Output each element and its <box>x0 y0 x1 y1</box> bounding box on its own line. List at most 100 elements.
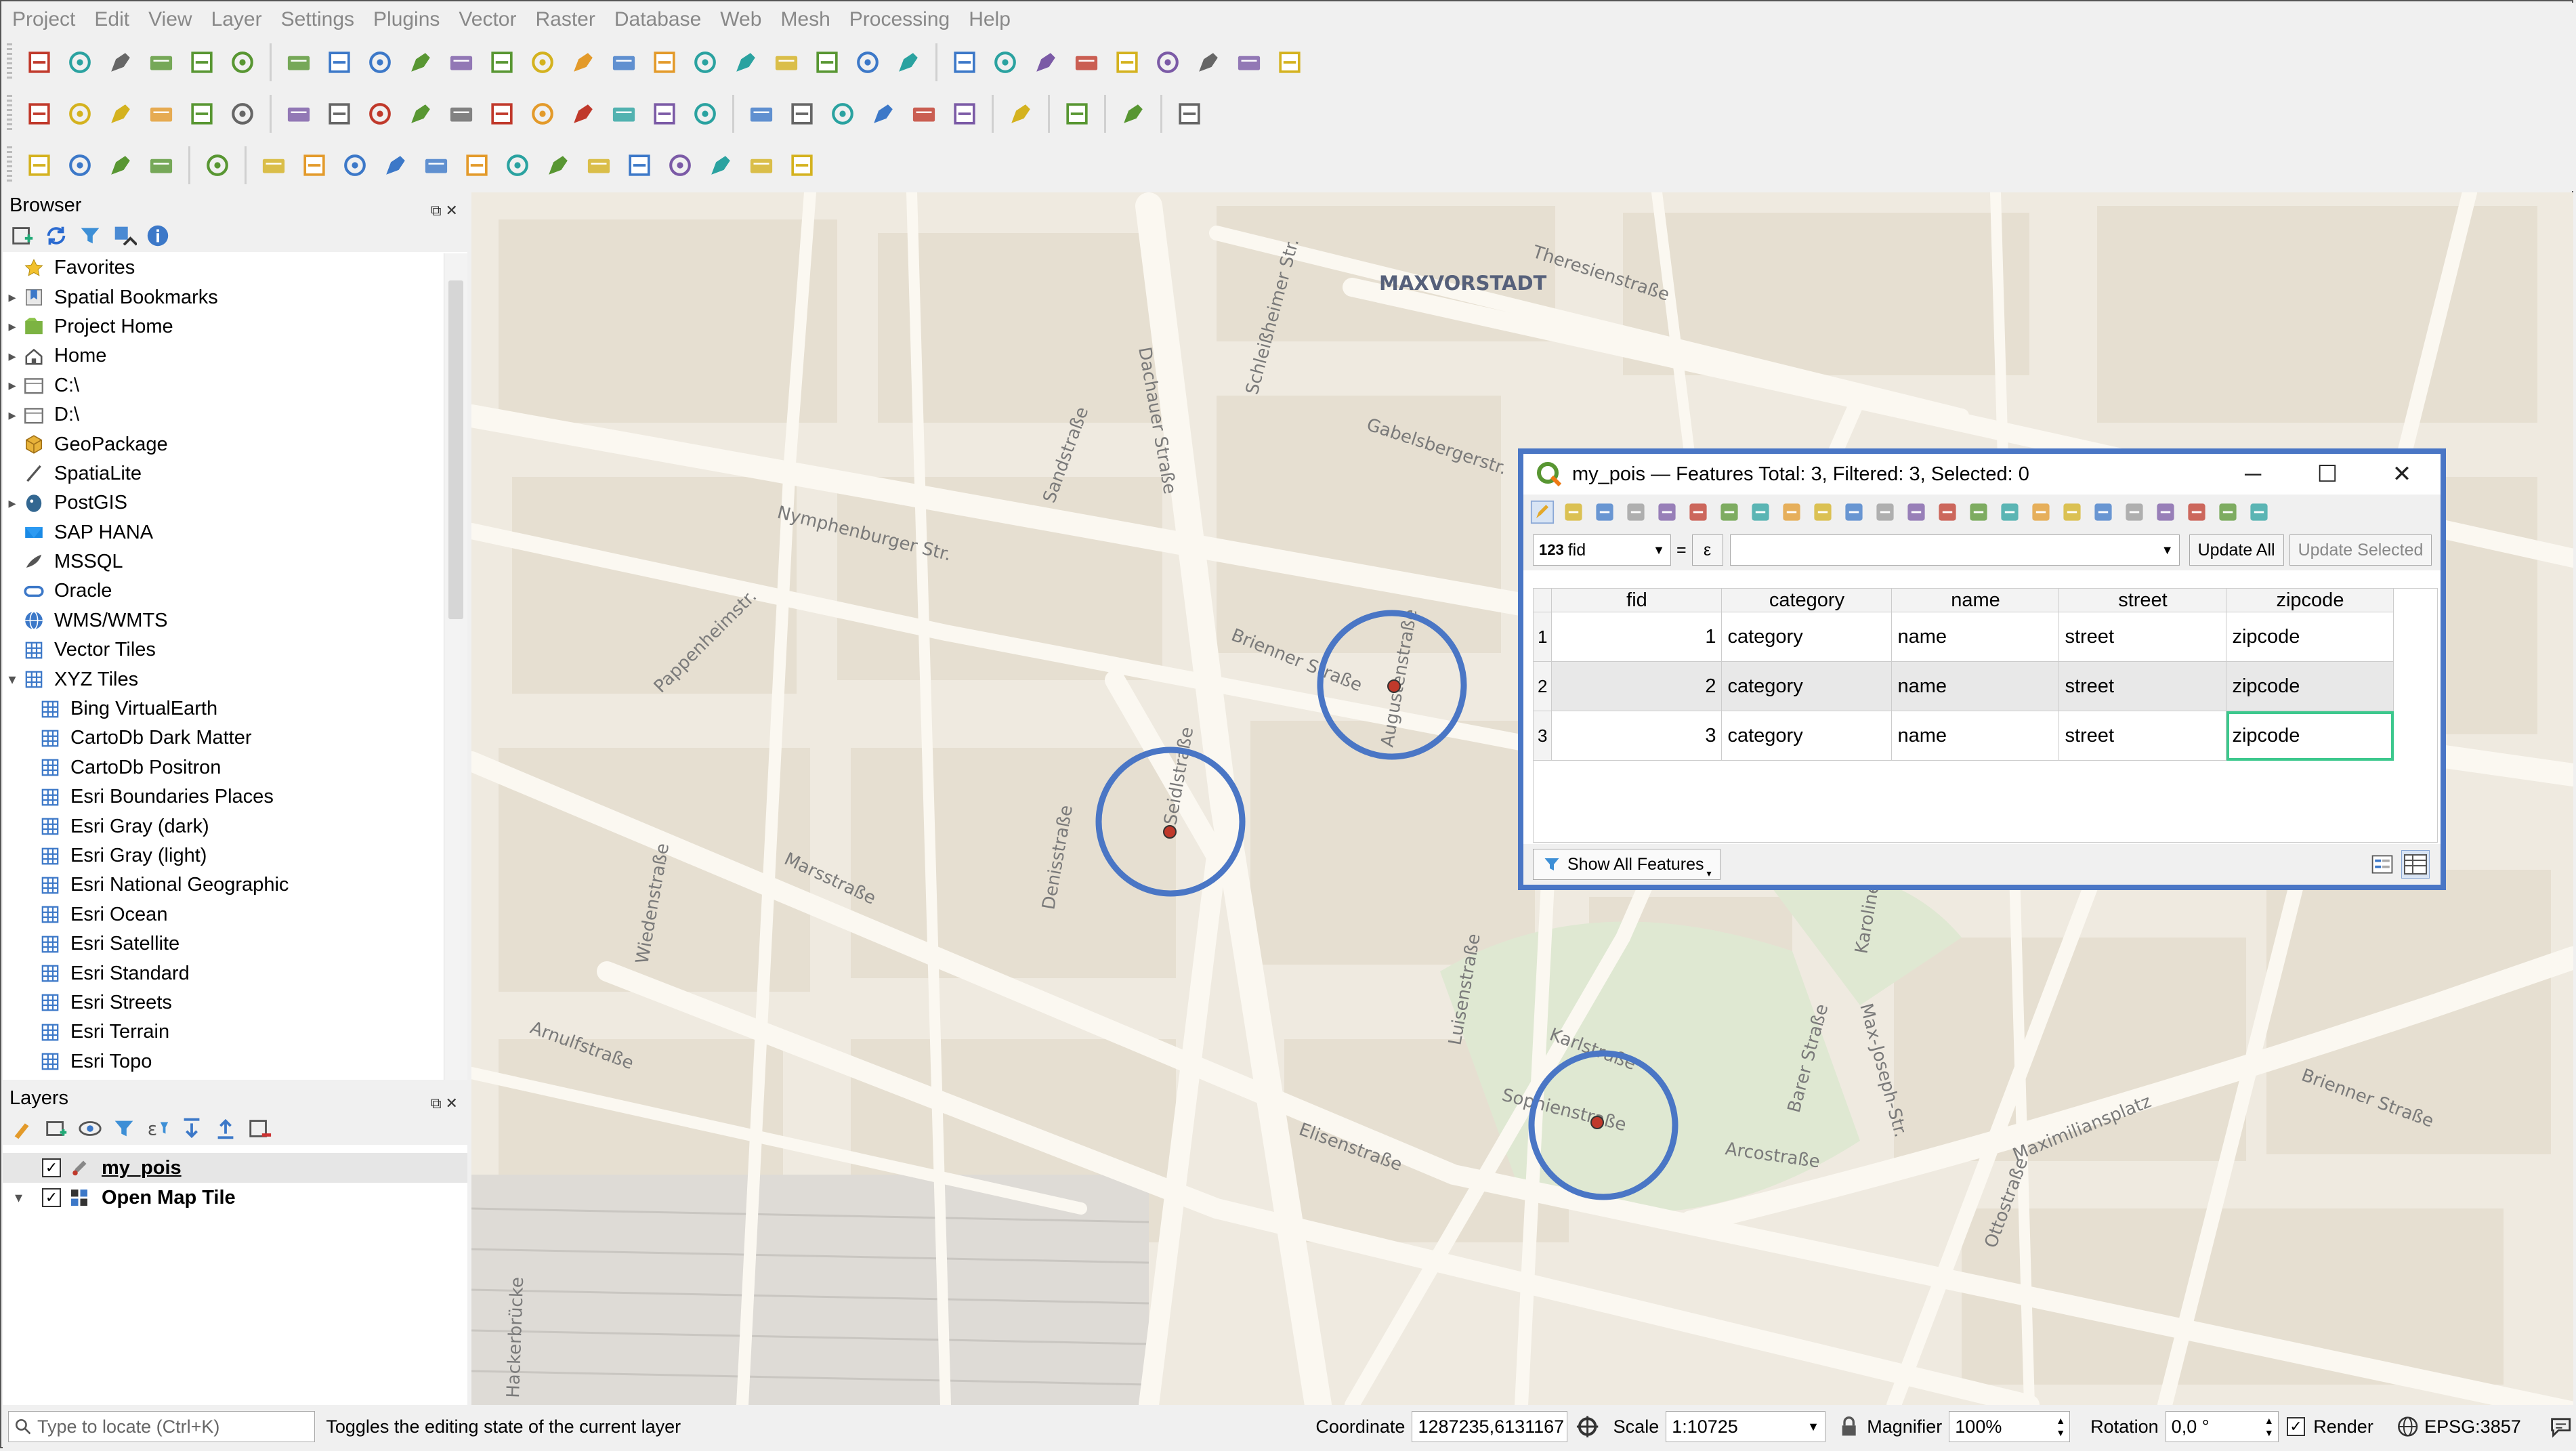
lock-icon[interactable] <box>1838 1415 1860 1438</box>
delete-column-icon[interactable] <box>2091 500 2115 524</box>
menu-layer[interactable]: Layer <box>202 3 272 37</box>
browser-item-vector-tiles[interactable]: Vector Tiles <box>3 635 443 665</box>
select-by-value-icon[interactable] <box>63 148 97 182</box>
open-attribute-table-icon[interactable] <box>988 45 1022 79</box>
browser-scrollbar[interactable] <box>444 253 467 1080</box>
column-header[interactable]: street <box>2058 589 2227 612</box>
reload-icon[interactable] <box>1624 500 1648 524</box>
filter-expression-icon[interactable]: ε <box>145 1116 171 1141</box>
browser-item-mssql[interactable]: MSSQL <box>3 547 443 576</box>
menu-edit[interactable]: Edit <box>85 3 139 37</box>
undo-icon[interactable] <box>648 97 681 131</box>
menu-view[interactable]: View <box>139 3 201 37</box>
remove-layer-icon[interactable] <box>247 1116 272 1141</box>
browser-item-c[interactable]: ▸ C:\ <box>3 371 443 400</box>
style-brush-icon[interactable] <box>9 1116 35 1141</box>
expanded-arrow-icon[interactable]: ▾ <box>3 671 22 688</box>
coordinate-field[interactable]: 1287235,6131167 <box>1412 1411 1568 1442</box>
open-project-icon[interactable] <box>63 45 97 79</box>
expand-arrow-icon[interactable]: ▾ <box>15 1189 42 1206</box>
new-geopackage-icon[interactable] <box>63 97 97 131</box>
zoom-layer-icon[interactable] <box>526 45 559 79</box>
collapsed-arrow-icon[interactable]: ▸ <box>3 406 22 424</box>
table-cell[interactable]: name <box>1891 661 2060 711</box>
menu-project[interactable]: Project <box>3 3 85 37</box>
row-header[interactable]: 2 <box>1534 661 1553 711</box>
settings-icon[interactable] <box>1070 45 1103 79</box>
poi-marker[interactable] <box>1387 679 1401 693</box>
add-feature-icon[interactable] <box>1655 500 1679 524</box>
collapse-all-icon[interactable] <box>111 223 137 249</box>
minimize-button[interactable]: ─ <box>2216 454 2290 495</box>
xyz-tile-item[interactable]: Esri Boundaries Places <box>3 782 443 812</box>
layout-manager-icon[interactable] <box>185 45 219 79</box>
magnifier-spinbox[interactable]: 100% ▲ ▼ <box>1949 1411 2071 1442</box>
collapse-all-icon[interactable] <box>213 1116 238 1141</box>
rotate-label-icon[interactable] <box>907 97 941 131</box>
layer-visibility-checkbox[interactable]: ✓ <box>42 1188 61 1207</box>
expression-button[interactable]: ε <box>1691 534 1723 566</box>
column-header[interactable]: category <box>1721 589 1893 612</box>
python-icon[interactable] <box>1060 97 1094 131</box>
show-hide-labels-icon[interactable] <box>826 97 860 131</box>
form-view-icon[interactable] <box>2370 852 2394 877</box>
show-bookmarks-icon[interactable] <box>810 45 844 79</box>
menu-raster[interactable]: Raster <box>526 3 604 37</box>
spin-arrows-icon[interactable]: ▲ ▼ <box>2056 1414 2065 1439</box>
collapsed-arrow-icon[interactable]: ▸ <box>3 377 22 394</box>
toggle-extents-icon[interactable] <box>1574 1413 1601 1440</box>
show-all-features-button[interactable]: Show All Features ▾ <box>1533 849 1720 880</box>
new-temp-layer-icon[interactable] <box>185 97 219 131</box>
toggle-editing-icon[interactable] <box>1530 500 1555 524</box>
xyz-tile-item[interactable]: Esri Terrain <box>3 1017 443 1047</box>
select-location-icon[interactable] <box>144 148 178 182</box>
menu-plugins[interactable]: Plugins <box>364 3 449 37</box>
new-virtual-layer-icon[interactable] <box>226 97 259 131</box>
move-selection-top-icon[interactable] <box>1966 500 1991 524</box>
table-row[interactable]: 1 1 category name street zipcode <box>1534 612 2394 662</box>
browser-item-favorites[interactable]: Favorites <box>3 253 443 282</box>
browser-item-d[interactable]: ▸ D:\ <box>3 400 443 429</box>
delete-part-icon[interactable] <box>704 148 738 182</box>
new-spatialite-icon[interactable] <box>144 97 178 131</box>
copy-icon[interactable] <box>1748 500 1773 524</box>
maximize-button[interactable]: ☐ <box>2290 454 2365 495</box>
update-all-button[interactable]: Update All <box>2189 534 2284 566</box>
fill-ring-icon[interactable] <box>297 148 331 182</box>
new-3d-view-icon[interactable] <box>729 45 763 79</box>
digitize-icon[interactable] <box>404 97 438 131</box>
table-cell[interactable]: street <box>2058 661 2227 711</box>
browser-item-geopackage[interactable]: GeoPackage <box>3 429 443 459</box>
trim-extend-icon[interactable] <box>785 148 819 182</box>
browser-item-spatial-bookmarks[interactable]: ▸ Spatial Bookmarks <box>3 282 443 312</box>
label-icon[interactable] <box>744 97 778 131</box>
browser-item-wms-wmts[interactable]: WMS/WMTS <box>3 606 443 635</box>
render-checkbox[interactable]: ✓ <box>2286 1417 2306 1436</box>
row-header[interactable]: 3 <box>1534 711 1553 761</box>
zoom-next-icon[interactable] <box>648 45 681 79</box>
zoom-last-icon[interactable] <box>607 45 641 79</box>
current-edits-icon[interactable] <box>282 97 316 131</box>
save-as-icon[interactable] <box>144 45 178 79</box>
menu-help[interactable]: Help <box>959 3 1020 37</box>
copy-selected-icon[interactable] <box>2060 500 2084 524</box>
vertex-tool-icon[interactable] <box>444 97 478 131</box>
table-cell[interactable]: zipcode <box>2226 612 2394 662</box>
georeferencer-icon[interactable] <box>1004 97 1038 131</box>
data-source-manager-icon[interactable] <box>22 97 56 131</box>
toolbar-grip[interactable] <box>7 146 12 184</box>
layer-row-open-map-tile[interactable]: ▾ ✓ Open Map Tile <box>3 1183 236 1213</box>
zoom-to-selected-icon[interactable] <box>2029 500 2053 524</box>
zoom-selection-icon[interactable] <box>485 45 519 79</box>
locator-search[interactable]: Type to locate (Ctrl+K) <box>8 1411 316 1442</box>
toolbar-grip[interactable] <box>7 95 12 133</box>
cut-icon[interactable] <box>1717 500 1741 524</box>
table-cell[interactable]: street <box>2058 612 2227 662</box>
new-shapefile-icon[interactable] <box>104 97 138 131</box>
conditional-formatting-icon[interactable] <box>2184 500 2209 524</box>
table-cell[interactable]: zipcode <box>2226 661 2394 711</box>
pin-labels-icon[interactable] <box>785 97 819 131</box>
deselect-icon[interactable] <box>1904 500 1928 524</box>
add-group-icon[interactable] <box>43 1116 69 1141</box>
simplify-icon[interactable] <box>582 148 616 182</box>
